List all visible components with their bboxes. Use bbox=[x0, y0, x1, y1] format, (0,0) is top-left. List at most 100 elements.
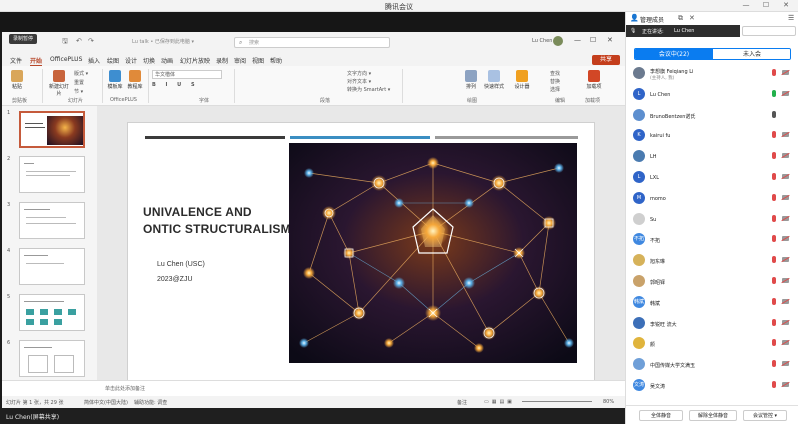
slide-title[interactable]: UNIVALENCE AND ONTIC STRUCTURALISM bbox=[143, 204, 291, 238]
tutorial-library-button[interactable]: 教程库 bbox=[126, 70, 144, 90]
slide-thumbnail[interactable] bbox=[19, 156, 85, 193]
camera-off-icon[interactable] bbox=[782, 278, 789, 283]
reset-button[interactable]: 重置 bbox=[74, 79, 84, 86]
tab-not-joined[interactable]: 未入会 bbox=[713, 49, 790, 59]
tab-home[interactable]: 开始 bbox=[30, 56, 43, 66]
menu-icon[interactable]: ☰ bbox=[788, 14, 794, 22]
tab-design[interactable]: 设计 bbox=[125, 56, 137, 65]
notes-pane[interactable]: 单击此处添加备注 bbox=[2, 380, 625, 396]
align-text-button[interactable]: 对齐文本 ▾ bbox=[347, 78, 371, 85]
member-search-input[interactable] bbox=[742, 26, 796, 36]
close-icon[interactable]: ✕ bbox=[607, 36, 613, 44]
close-icon[interactable]: ✕ bbox=[780, 1, 792, 9]
layout-button[interactable]: 版式 ▾ bbox=[74, 70, 88, 77]
member-row[interactable]: 李锐旺 流大 bbox=[626, 314, 798, 333]
camera-off-icon[interactable] bbox=[782, 257, 789, 263]
select-button[interactable]: 选择 bbox=[550, 86, 560, 93]
camera-off-icon[interactable] bbox=[782, 174, 789, 179]
meeting-controls-button[interactable]: 会议管控 ▾ bbox=[743, 410, 787, 421]
tab-view[interactable]: 视图 bbox=[252, 56, 264, 65]
close-icon[interactable]: ✕ bbox=[689, 14, 695, 22]
mic-muted-icon[interactable] bbox=[772, 214, 776, 222]
mic-muted-icon[interactable] bbox=[772, 173, 776, 180]
mic-muted-icon[interactable] bbox=[772, 152, 776, 160]
popout-icon[interactable]: ⧉ bbox=[678, 14, 683, 23]
current-slide[interactable]: UNIVALENCE AND ONTIC STRUCTURALISM Lu Ch… bbox=[127, 122, 595, 384]
redo-icon[interactable]: ↷ bbox=[88, 37, 94, 45]
unmute-all-button[interactable]: 解除全体静音 bbox=[689, 410, 737, 421]
member-row[interactable]: 不拓 不拓 bbox=[626, 230, 798, 249]
template-library-button[interactable]: 模板库 bbox=[106, 70, 124, 90]
tab-transitions[interactable]: 切换 bbox=[143, 56, 155, 65]
member-row[interactable]: 颜 bbox=[626, 334, 798, 353]
member-row[interactable]: 旭东琳 bbox=[626, 251, 798, 270]
camera-off-icon[interactable] bbox=[782, 194, 789, 200]
mic-muted-icon[interactable] bbox=[772, 339, 776, 347]
tab-insert[interactable]: 插入 bbox=[88, 56, 100, 65]
tab-animations[interactable]: 动画 bbox=[161, 56, 173, 65]
slide-thumbnail[interactable] bbox=[19, 294, 85, 331]
minimize-icon[interactable]: — bbox=[740, 1, 752, 9]
member-row[interactable]: Mmomo bbox=[626, 189, 798, 208]
member-row[interactable]: 韩斌 韩斌 bbox=[626, 293, 798, 312]
mic-muted-icon[interactable] bbox=[772, 193, 776, 201]
tab-slideshow[interactable]: 幻灯片放映 bbox=[180, 56, 210, 65]
zoom-level[interactable]: 80% bbox=[603, 399, 614, 405]
camera-off-icon[interactable] bbox=[782, 319, 789, 325]
mic-muted-icon[interactable] bbox=[772, 131, 776, 139]
member-row[interactable]: L Lu Chen bbox=[626, 85, 798, 104]
addins-button[interactable]: 加载项 bbox=[584, 70, 604, 90]
view-buttons[interactable]: ▭▦▤▣ bbox=[484, 399, 515, 405]
notes-toggle[interactable]: 备注 bbox=[457, 399, 467, 406]
mute-all-button[interactable]: 全体静音 bbox=[639, 410, 683, 421]
mic-muted-icon[interactable] bbox=[772, 318, 776, 326]
text-direction-button[interactable]: 文字方向 ▾ bbox=[347, 70, 371, 77]
member-row[interactable]: BrunoBentzen诺氏 bbox=[626, 106, 798, 125]
tab-officeplus[interactable]: OfficePLUS bbox=[50, 56, 82, 63]
mic-muted-icon[interactable] bbox=[772, 297, 776, 305]
arrange-button[interactable]: 排列 bbox=[462, 70, 480, 90]
camera-off-icon[interactable] bbox=[782, 90, 789, 96]
mic-muted-icon[interactable] bbox=[772, 235, 776, 243]
file-name[interactable]: Lu talk • 已保存到此电脑 ▾ bbox=[132, 38, 194, 45]
slide-thumbnail[interactable] bbox=[19, 340, 85, 377]
mic-muted-icon[interactable] bbox=[772, 381, 776, 388]
ppt-user-name[interactable]: Lu Chen bbox=[532, 38, 552, 44]
camera-off-icon[interactable] bbox=[782, 382, 789, 387]
recording-status-badge[interactable]: 录制暂停 bbox=[9, 34, 37, 44]
tab-record[interactable]: 录制 bbox=[216, 56, 228, 65]
mic-icon[interactable] bbox=[772, 89, 776, 97]
camera-off-icon[interactable] bbox=[782, 236, 789, 242]
slide-thumbnail[interactable] bbox=[19, 202, 85, 239]
camera-off-icon[interactable] bbox=[782, 215, 789, 221]
tab-in-meeting[interactable]: 会议中(22) bbox=[635, 49, 713, 59]
slide-thumbnail[interactable] bbox=[19, 248, 85, 285]
mic-muted-icon[interactable] bbox=[772, 69, 776, 76]
save-icon[interactable]: 🖫 bbox=[62, 37, 68, 48]
smartart-button[interactable]: 转换为 SmartArt ▾ bbox=[347, 86, 390, 93]
member-row[interactable]: 郭昭铎 bbox=[626, 272, 798, 291]
maximize-icon[interactable]: ☐ bbox=[760, 1, 772, 9]
font-name-select[interactable]: 华文楷体 bbox=[152, 70, 222, 79]
member-row[interactable]: L LXL bbox=[626, 168, 798, 187]
camera-off-icon[interactable] bbox=[782, 70, 789, 75]
member-row[interactable]: 李想旗 Feiqiang Li (主持人, 我) bbox=[626, 64, 798, 83]
font-style-buttons[interactable]: B I U S bbox=[152, 82, 199, 88]
quick-styles-button[interactable]: 快速样式 bbox=[483, 70, 505, 90]
mic-muted-icon[interactable] bbox=[772, 277, 776, 284]
member-row[interactable]: 文涛 吴文涛 bbox=[626, 376, 798, 395]
find-button[interactable]: 查找 bbox=[550, 70, 560, 77]
language[interactable]: 简体中文(中国大陆) bbox=[84, 399, 128, 406]
slide-author[interactable]: Lu Chen (USC) bbox=[157, 261, 205, 268]
mic-icon[interactable] bbox=[772, 110, 776, 118]
camera-off-icon[interactable] bbox=[782, 361, 789, 367]
camera-off-icon[interactable] bbox=[782, 298, 789, 304]
zoom-slider[interactable] bbox=[522, 401, 592, 402]
slide-thumbnail[interactable] bbox=[19, 111, 85, 148]
camera-off-icon[interactable] bbox=[782, 153, 789, 159]
maximize-icon[interactable]: ☐ bbox=[590, 36, 596, 44]
member-row[interactable]: Kkairui fu bbox=[626, 126, 798, 145]
tab-file[interactable]: 文件 bbox=[10, 56, 22, 65]
undo-icon[interactable]: ↶ bbox=[76, 37, 82, 45]
slide-event[interactable]: 2023@ZJU bbox=[157, 276, 193, 283]
